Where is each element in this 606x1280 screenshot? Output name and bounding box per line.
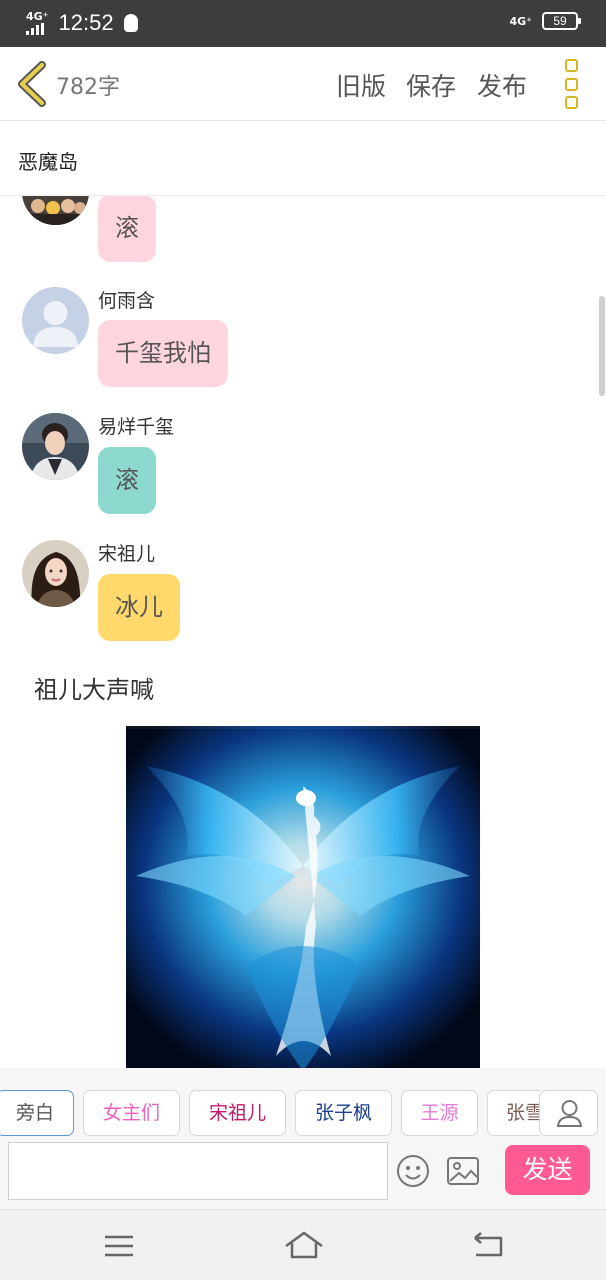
battery-level: 59 — [553, 14, 567, 28]
network-type-label: 4G⁺ — [26, 10, 49, 23]
back-icon[interactable] — [472, 1232, 504, 1258]
more-menu-icon[interactable] — [565, 59, 581, 109]
chip-label: 张子枫 — [314, 1102, 372, 1124]
word-count: 782字 — [56, 75, 120, 100]
battery-icon: 59 — [542, 12, 581, 30]
blue-phoenix-image[interactable] — [126, 726, 480, 1068]
chip-label: 女主们 — [102, 1102, 160, 1124]
character-chip-list[interactable]: 旁白 女主们 宋祖儿 张子枫 王源 张雪 — [0, 1090, 540, 1136]
message-bubble[interactable]: 滚 — [98, 196, 156, 262]
image-icon[interactable] — [446, 1156, 480, 1186]
message-input[interactable] — [8, 1142, 388, 1200]
home-icon[interactable] — [284, 1230, 324, 1260]
emoji-icon[interactable] — [396, 1154, 430, 1188]
status-time: 12:52 — [58, 10, 114, 35]
network-type-label-right: 4G⁺ — [509, 14, 533, 28]
chip-label: 张雪 — [506, 1102, 540, 1124]
portrait-photo — [22, 540, 89, 607]
signal-bars-icon — [26, 23, 49, 35]
back-chevron-icon[interactable] — [14, 61, 50, 107]
avatar-yiyangqianxi[interactable] — [22, 413, 89, 480]
message-bubble[interactable]: 千玺我怕 — [98, 320, 228, 387]
group-photo-image — [22, 196, 89, 225]
story-title-bar[interactable]: 恶魔岛 — [0, 121, 606, 196]
story-title: 恶魔岛 — [18, 150, 78, 174]
input-toolbar: 旁白 女主们 宋祖儿 张子枫 王源 张雪 发送 — [0, 1068, 606, 1209]
narration-text[interactable]: 祖儿大声喊 — [34, 670, 154, 705]
chip-label: 王源 — [420, 1102, 459, 1124]
save-button[interactable]: 保存 — [406, 67, 456, 103]
avatar-default[interactable] — [22, 287, 89, 354]
default-user-icon — [22, 287, 89, 354]
status-left: 4G⁺ 12:52 — [26, 10, 138, 36]
menu-icon[interactable] — [104, 1234, 134, 1258]
scrollbar-thumb[interactable] — [599, 296, 605, 396]
character-chip[interactable]: 张雪 — [487, 1090, 540, 1136]
editor-header: 782字 旧版 保存 发布 — [0, 47, 606, 121]
character-chip[interactable]: 王源 — [401, 1090, 478, 1136]
character-name: 何雨含 — [98, 290, 156, 312]
publish-button[interactable]: 发布 — [477, 67, 527, 103]
qq-notification-icon — [123, 14, 138, 32]
avatar-group-photo[interactable] — [22, 196, 89, 225]
portrait-photo — [22, 413, 89, 480]
system-nav-bar — [0, 1209, 606, 1280]
character-chip-narrator[interactable]: 旁白 — [0, 1090, 74, 1136]
character-chip[interactable]: 女主们 — [83, 1090, 180, 1136]
old-version-button[interactable]: 旧版 — [336, 67, 386, 103]
character-manager-button[interactable] — [539, 1090, 598, 1136]
status-right: 4G⁺ 59 — [509, 12, 581, 30]
person-icon — [556, 1100, 583, 1127]
message-bubble[interactable]: 冰儿 — [98, 574, 180, 641]
signal-indicator: 4G⁺ — [26, 11, 49, 35]
send-button[interactable]: 发送 — [505, 1145, 590, 1195]
chat-content[interactable]: 滚 何雨含 千玺我怕 易烊千玺 滚 宋祖儿 冰儿 祖儿大声喊 — [0, 196, 606, 1068]
message-bubble[interactable]: 滚 — [98, 447, 156, 514]
chip-label: 宋祖儿 — [208, 1102, 266, 1124]
character-name: 易烊千玺 — [98, 416, 175, 438]
character-name: 宋祖儿 — [98, 543, 156, 565]
chip-label: 旁白 — [15, 1102, 54, 1124]
character-chip[interactable]: 宋祖儿 — [189, 1090, 286, 1136]
character-chip[interactable]: 张子枫 — [295, 1090, 392, 1136]
status-bar: 4G⁺ 12:52 4G⁺ 59 — [0, 0, 606, 47]
avatar-songzuer[interactable] — [22, 540, 89, 607]
